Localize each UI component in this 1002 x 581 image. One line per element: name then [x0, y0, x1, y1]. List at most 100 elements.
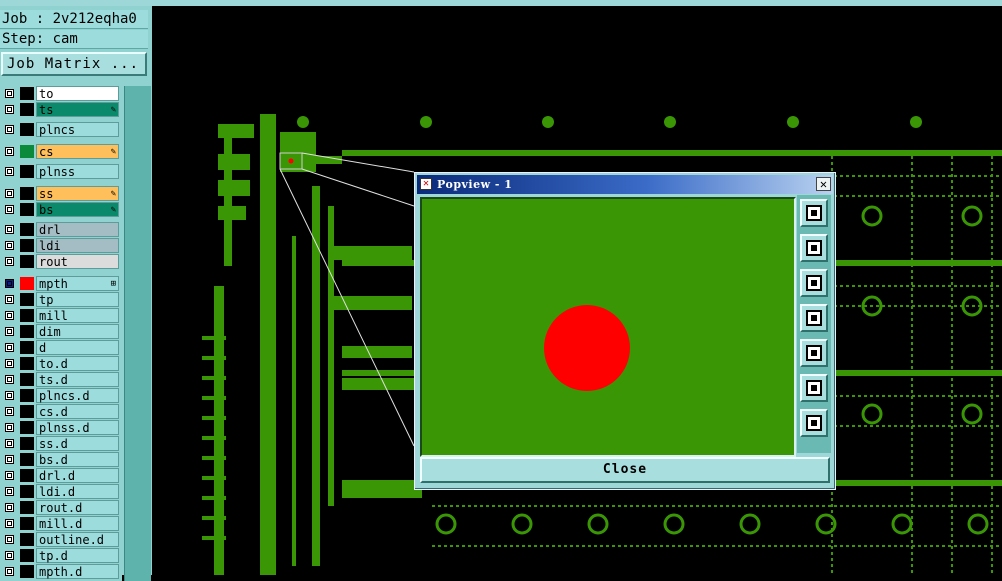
layer-name[interactable]: bs.d: [36, 452, 119, 467]
layer-row[interactable]: ldi: [0, 238, 122, 253]
layer-checkbox[interactable]: [5, 147, 14, 156]
layer-checkbox[interactable]: [5, 375, 14, 384]
layer-name[interactable]: ts.d: [36, 372, 119, 387]
layer-row[interactable]: ldi.d: [0, 484, 122, 499]
layer-row[interactable]: bs ✎: [0, 202, 122, 217]
layer-row[interactable]: mpth.d: [0, 564, 122, 579]
pan-right-button[interactable]: [800, 339, 828, 367]
layer-row[interactable]: drl: [0, 222, 122, 237]
layer-name[interactable]: plncs.d: [36, 388, 119, 403]
layer-name[interactable]: ss.d: [36, 436, 119, 451]
layer-name[interactable]: to: [36, 86, 119, 101]
zoom-out-button[interactable]: [800, 409, 828, 437]
layer-name[interactable]: drl: [36, 222, 119, 237]
layer-checkbox[interactable]: [5, 89, 14, 98]
layer-checkbox[interactable]: [5, 241, 14, 250]
layer-checkbox[interactable]: [5, 167, 14, 176]
layer-color-swatch[interactable]: [20, 145, 34, 158]
layer-name[interactable]: mill.d: [36, 516, 119, 531]
layer-checkbox[interactable]: [5, 295, 14, 304]
layer-color-swatch[interactable]: [20, 293, 34, 306]
layer-row[interactable]: dim: [0, 324, 122, 339]
layer-name[interactable]: ldi.d: [36, 484, 119, 499]
layer-color-swatch[interactable]: [20, 325, 34, 338]
layer-row[interactable]: plnss: [0, 164, 122, 179]
layer-checkbox[interactable]: [5, 189, 14, 198]
popview-titlebar[interactable]: ✕ Popview - 1 ✕: [417, 175, 833, 194]
layer-color-swatch[interactable]: [20, 565, 34, 578]
layer-checkbox[interactable]: [5, 257, 14, 266]
layer-name[interactable]: d: [36, 340, 119, 355]
layer-color-swatch[interactable]: [20, 501, 34, 514]
layer-color-swatch[interactable]: [20, 223, 34, 236]
pan-left-button[interactable]: [800, 304, 828, 332]
zoom-fit-button[interactable]: [800, 199, 828, 227]
layer-row[interactable]: ss ✎: [0, 186, 122, 201]
layer-row[interactable]: mill: [0, 308, 122, 323]
layer-checkbox[interactable]: [5, 343, 14, 352]
layer-checkbox[interactable]: [5, 105, 14, 114]
layer-name[interactable]: outline.d: [36, 532, 119, 547]
layer-checkbox[interactable]: [5, 205, 14, 214]
layer-name[interactable]: plnss: [36, 164, 119, 179]
layer-checkbox[interactable]: [5, 423, 14, 432]
layer-row[interactable]: ss.d: [0, 436, 122, 451]
layer-color-swatch[interactable]: [20, 87, 34, 100]
layer-color-swatch[interactable]: [20, 405, 34, 418]
layer-checkbox[interactable]: [5, 225, 14, 234]
layer-row[interactable]: tp: [0, 292, 122, 307]
layer-name[interactable]: ts ✎: [36, 102, 119, 117]
layer-color-swatch[interactable]: [20, 549, 34, 562]
layer-row[interactable]: plncs.d: [0, 388, 122, 403]
layer-checkbox[interactable]: [5, 391, 14, 400]
layer-row[interactable]: ts.d: [0, 372, 122, 387]
layer-color-swatch[interactable]: [20, 389, 34, 402]
pan-down-button[interactable]: [800, 269, 828, 297]
layer-color-swatch[interactable]: [20, 203, 34, 216]
job-matrix-button[interactable]: Job Matrix ...: [1, 52, 147, 76]
layer-name[interactable]: cs ✎: [36, 144, 119, 159]
layer-row[interactable]: mpth ⊞: [0, 276, 122, 291]
layer-name[interactable]: tp.d: [36, 548, 119, 563]
layer-checkbox[interactable]: [5, 407, 14, 416]
layer-checkbox[interactable]: [5, 471, 14, 480]
layer-checkbox[interactable]: [5, 455, 14, 464]
close-button[interactable]: Close: [420, 457, 830, 483]
layer-row[interactable]: to: [0, 86, 122, 101]
layer-row[interactable]: plnss.d: [0, 420, 122, 435]
popview-canvas[interactable]: [420, 197, 796, 457]
layer-color-swatch[interactable]: [20, 309, 34, 322]
layer-color-swatch[interactable]: [20, 469, 34, 482]
layer-row[interactable]: to.d: [0, 356, 122, 371]
layer-name[interactable]: drl.d: [36, 468, 119, 483]
layer-row[interactable]: outline.d: [0, 532, 122, 547]
layer-checkbox[interactable]: [5, 311, 14, 320]
layer-name[interactable]: dim: [36, 324, 119, 339]
layer-color-swatch[interactable]: [20, 255, 34, 268]
layer-color-swatch[interactable]: [20, 123, 34, 136]
layer-name[interactable]: plncs: [36, 122, 119, 137]
layer-name[interactable]: cs.d: [36, 404, 119, 419]
layer-checkbox[interactable]: [5, 503, 14, 512]
zoom-in-button[interactable]: [800, 374, 828, 402]
layer-row[interactable]: bs.d: [0, 452, 122, 467]
layer-color-swatch[interactable]: [20, 187, 34, 200]
layer-color-swatch[interactable]: [20, 533, 34, 546]
layer-color-swatch[interactable]: [20, 373, 34, 386]
layer-name[interactable]: rout: [36, 254, 119, 269]
layer-name[interactable]: mpth.d: [36, 564, 119, 579]
layer-row[interactable]: tp.d: [0, 548, 122, 563]
layer-row[interactable]: d: [0, 340, 122, 355]
layer-name[interactable]: mill: [36, 308, 119, 323]
layer-name[interactable]: mpth ⊞: [36, 276, 119, 291]
layer-checkbox[interactable]: [5, 519, 14, 528]
layer-checkbox[interactable]: [5, 439, 14, 448]
layer-name[interactable]: ldi: [36, 238, 119, 253]
layer-row[interactable]: ts ✎: [0, 102, 122, 117]
layer-scroll-strip[interactable]: [124, 86, 151, 581]
layer-row[interactable]: mill.d: [0, 516, 122, 531]
layer-name[interactable]: to.d: [36, 356, 119, 371]
layer-row[interactable]: cs.d: [0, 404, 122, 419]
layer-row[interactable]: drl.d: [0, 468, 122, 483]
layer-checkbox[interactable]: [5, 487, 14, 496]
